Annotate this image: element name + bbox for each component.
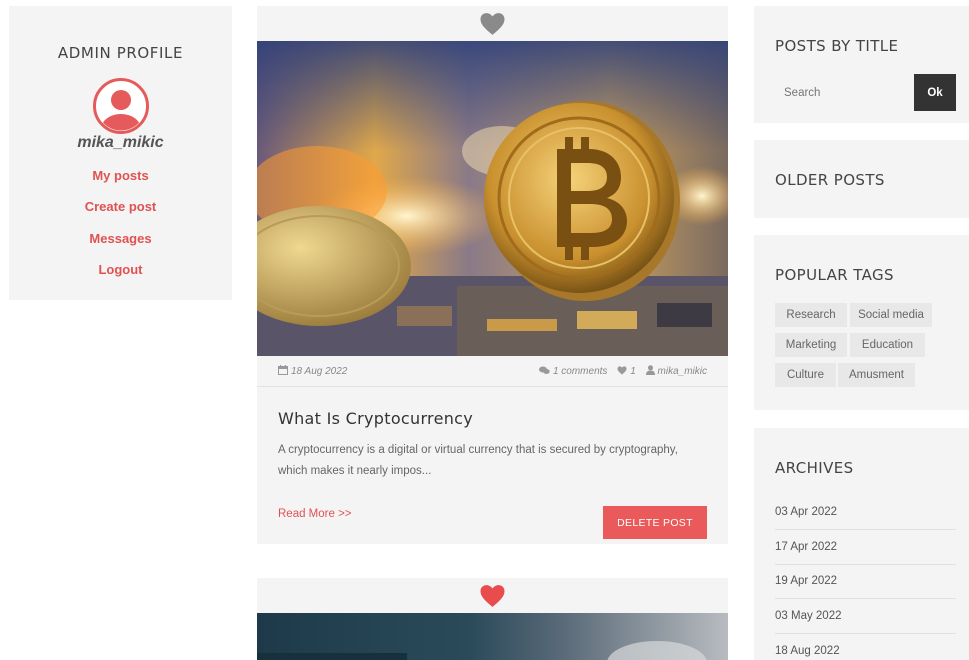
delete-post-button[interactable]: DELETE POST [603,506,707,539]
tag-culture[interactable]: Culture [775,363,836,387]
posts-by-title-heading: POSTS BY TITLE [775,37,899,55]
post-date-text: 18 Aug 2022 [291,366,348,377]
heart-icon[interactable] [479,12,506,36]
archives-panel: ARCHIVES 03 Apr 2022 17 Apr 2022 19 Apr … [754,428,969,660]
archive-link[interactable]: 03 Apr 2022 [775,495,956,530]
user-icon [645,365,655,375]
post-image[interactable] [257,613,728,660]
heart-small-icon [617,366,627,375]
post-author[interactable]: mika_mikic [658,366,707,377]
tag-education[interactable]: Education [850,333,925,357]
admin-profile-title: ADMIN PROFILE [57,44,184,62]
calendar-icon [278,365,288,375]
post-stats: 1 comments 1 mika_mikic [538,365,707,377]
post-title[interactable]: What Is Cryptocurrency [278,409,473,428]
post-like-bar [257,578,728,613]
popular-tags-heading: POPULAR TAGS [775,266,894,284]
archive-link[interactable]: 19 Apr 2022 [775,564,956,599]
profile-username: mika_mikic [77,134,164,151]
my-posts-link[interactable]: My posts [9,168,232,183]
post-photo-illustration [257,613,728,660]
older-posts-panel: OLDER POSTS [754,140,969,218]
create-post-link[interactable]: Create post [9,199,232,214]
messages-link[interactable]: Messages [9,231,232,246]
admin-profile-panel: ADMIN PROFILE mika_mikic My posts Create… [9,6,232,300]
post-date: 18 Aug 2022 [278,365,347,377]
search-ok-button[interactable]: Ok [914,74,956,111]
tag-marketing[interactable]: Marketing [775,333,847,357]
post-excerpt: A cryptocurrency is a digital or virtual… [278,444,678,477]
post-meta-bar: 18 Aug 2022 1 comments 1 mika_mikic [257,356,728,387]
posts-by-title-panel: POSTS BY TITLE Ok [754,6,969,123]
popular-tags-panel: POPULAR TAGS Research Social media Marke… [754,235,969,410]
logout-link[interactable]: Logout [9,262,232,277]
post-comments-count[interactable]: 1 comments [553,366,607,377]
tag-social-media[interactable]: Social media [850,303,932,327]
user-avatar-icon [93,78,149,134]
read-more-link[interactable]: Read More >> [278,508,352,520]
post-likes-count: 1 [630,366,636,377]
archive-link[interactable]: 03 May 2022 [775,599,956,634]
tag-amusment[interactable]: Amusment [838,363,915,387]
archives-heading: ARCHIVES [775,459,854,477]
search-input[interactable] [775,74,914,111]
bitcoin-photo-illustration [257,41,728,356]
post-like-bar [257,6,728,41]
post-card [257,578,728,660]
comments-icon [538,366,550,374]
archive-link[interactable]: 17 Apr 2022 [775,530,956,565]
post-card: 18 Aug 2022 1 comments 1 mika_mikic What… [257,6,728,544]
tag-research[interactable]: Research [775,303,847,327]
heart-icon[interactable] [479,584,506,608]
post-image-bitcoin[interactable] [257,41,728,356]
older-posts-heading[interactable]: OLDER POSTS [775,171,885,189]
archive-link[interactable]: 18 Aug 2022 [775,634,956,660]
